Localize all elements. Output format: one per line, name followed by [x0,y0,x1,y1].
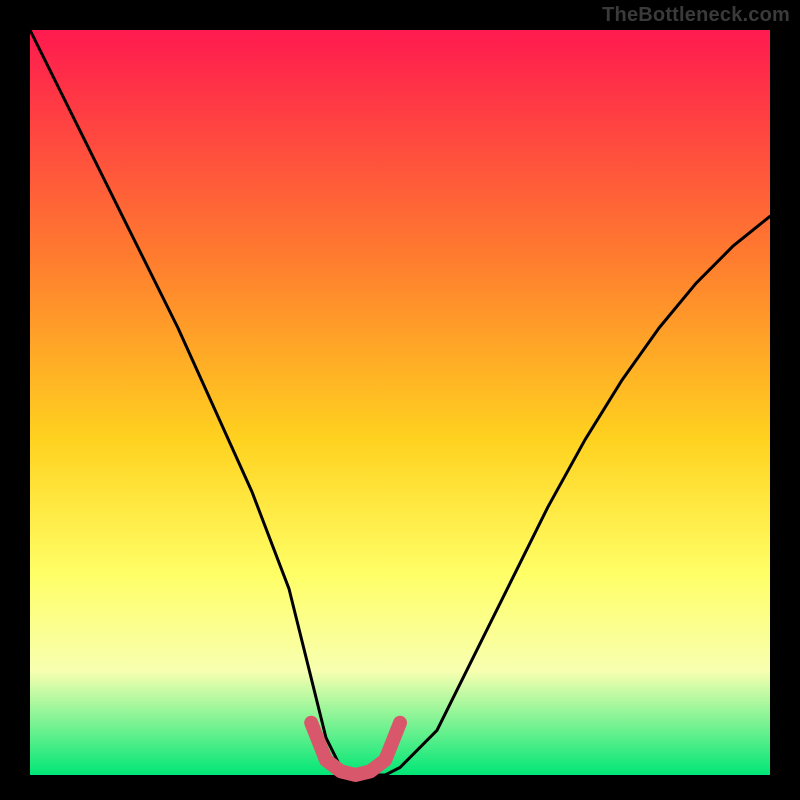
watermark-text: TheBottleneck.com [602,4,790,27]
bottleneck-chart [0,0,800,800]
chart-frame: { "watermark": "TheBottleneck.com", "col… [0,0,800,800]
plot-background [30,30,770,775]
